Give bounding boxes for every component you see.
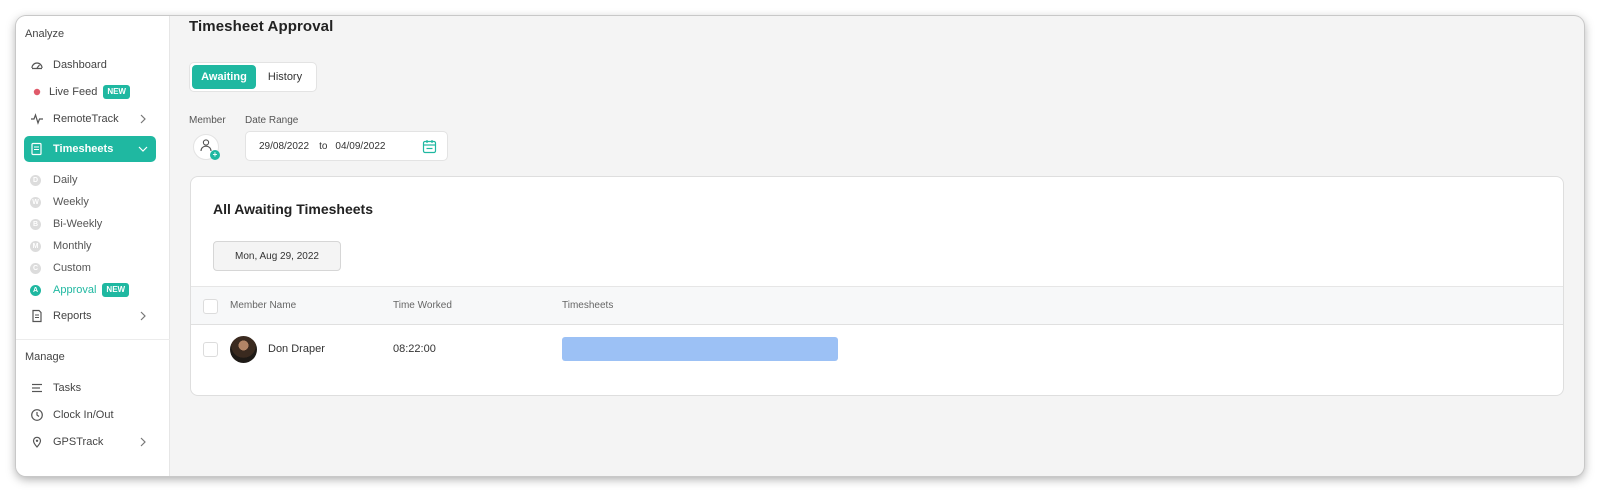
sidebar-item-dashboard[interactable]: Dashboard [24, 52, 156, 78]
sidebar-item-label: Clock In/Out [53, 409, 114, 421]
tab-history[interactable]: History [256, 65, 314, 89]
card-title: All Awaiting Timesheets [213, 201, 374, 217]
section-label-analyze: Analyze [25, 28, 65, 40]
sub-item-label: Custom [53, 262, 91, 274]
table-row[interactable]: Don Draper 08:22:00 [191, 325, 1563, 375]
sub-item-daily[interactable]: D Daily [30, 170, 77, 190]
tab-awaiting[interactable]: Awaiting [192, 65, 256, 89]
sidebar-item-clock-in-out[interactable]: Clock In/Out [24, 402, 156, 428]
sidebar-item-label: Timesheets [53, 143, 114, 155]
timesheet-bar[interactable] [562, 337, 838, 361]
date-range-label: Date Range [245, 115, 299, 126]
row-checkbox[interactable] [203, 342, 218, 357]
sub-item-label: Daily [53, 174, 78, 186]
chevron-right-icon [136, 309, 150, 323]
sidebar-item-live-feed[interactable]: Live Feed NEW [24, 79, 156, 105]
sub-item-label: Monthly [53, 240, 92, 252]
letter-a-icon: A [30, 284, 41, 296]
member-name: Don Draper [268, 343, 325, 355]
sidebar-item-gpstrack[interactable]: GPSTrack [24, 429, 156, 455]
letter-w-icon: W [30, 196, 41, 208]
letter-m-icon: M [30, 240, 41, 252]
date-range-picker[interactable]: 29/08/2022 to 04/09/2022 [245, 131, 448, 161]
date-to-separator: to [319, 140, 328, 152]
clock-icon [29, 407, 45, 423]
table-header: Member Name Time Worked Timesheets [191, 286, 1563, 325]
sidebar: Analyze Dashboard Live Feed NEW RemoteTr… [16, 16, 170, 476]
sub-item-monthly[interactable]: M Monthly [30, 236, 92, 256]
sidebar-item-label: RemoteTrack [53, 113, 119, 125]
select-all-checkbox[interactable] [203, 299, 218, 314]
sidebar-item-label: Live Feed [49, 86, 98, 98]
live-dot-icon [29, 84, 45, 100]
sub-item-label: Bi-Weekly [53, 218, 103, 230]
sub-item-weekly[interactable]: W Weekly [30, 192, 89, 212]
gauge-icon [29, 57, 45, 73]
letter-d-icon: D [30, 174, 41, 186]
map-pin-icon [29, 434, 45, 450]
date-from: 29/08/2022 [259, 140, 310, 152]
member-select-button[interactable]: + [193, 134, 220, 160]
report-document-icon [29, 308, 45, 324]
activity-pulse-icon [29, 111, 45, 127]
column-header-time-worked: Time Worked [393, 300, 452, 311]
member-label: Member [189, 115, 226, 126]
timesheet-icon [29, 141, 45, 157]
avatar [230, 336, 257, 363]
chevron-right-icon [136, 112, 150, 126]
column-header-timesheets: Timesheets [562, 300, 614, 311]
section-label-manage: Manage [25, 351, 65, 363]
sub-item-label: Weekly [53, 196, 89, 208]
sub-item-approval[interactable]: A Approval NEW [30, 280, 130, 300]
status-tabs: Awaiting History [189, 62, 317, 92]
page-title: Timesheet Approval [189, 18, 334, 35]
sub-item-bi-weekly[interactable]: B Bi-Weekly [30, 214, 102, 234]
date-to: 04/09/2022 [335, 140, 386, 152]
time-worked: 08:22:00 [393, 343, 436, 355]
calendar-icon[interactable] [422, 139, 437, 154]
tasks-list-icon [29, 380, 45, 396]
chevron-down-icon [136, 142, 150, 156]
sub-item-label: Approval [53, 284, 97, 296]
main-content: Timesheet Approval Awaiting History Memb… [170, 16, 1584, 476]
sidebar-item-tasks[interactable]: Tasks [24, 375, 156, 401]
letter-c-icon: C [30, 262, 41, 274]
sidebar-item-reports[interactable]: Reports [24, 303, 156, 329]
app-window: Analyze Dashboard Live Feed NEW RemoteTr… [16, 16, 1584, 476]
new-badge: NEW [102, 283, 130, 297]
sidebar-item-label: Tasks [53, 382, 82, 394]
column-header-member-name: Member Name [230, 300, 297, 311]
new-badge: NEW [103, 85, 130, 99]
add-icon: + [210, 150, 220, 160]
letter-b-icon: B [30, 218, 41, 230]
sidebar-item-label: Reports [53, 310, 92, 322]
date-chip[interactable]: Mon, Aug 29, 2022 [213, 241, 341, 271]
sidebar-item-label: GPSTrack [53, 436, 104, 448]
chevron-right-icon [136, 435, 150, 449]
sub-item-custom[interactable]: C Custom [30, 258, 91, 278]
sidebar-item-remotetrack[interactable]: RemoteTrack [24, 106, 156, 132]
sidebar-item-timesheets[interactable]: Timesheets [24, 136, 156, 162]
awaiting-timesheets-card: All Awaiting Timesheets Mon, Aug 29, 202… [190, 176, 1564, 396]
sidebar-item-label: Dashboard [53, 59, 107, 71]
sidebar-divider [16, 339, 170, 340]
